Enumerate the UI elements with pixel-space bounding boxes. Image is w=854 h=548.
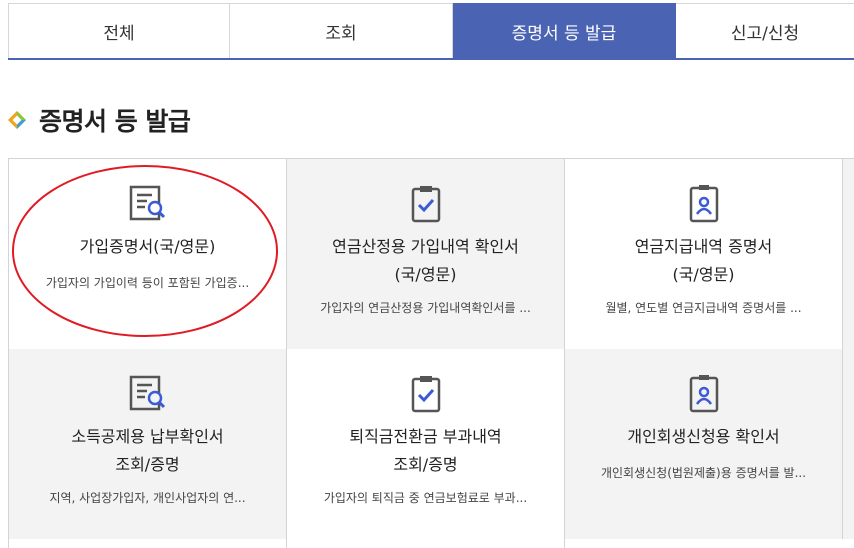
card-pension-calc-confirmation[interactable]: 연금산정용 가입내역 확인서 (국/영문) 가입자의 연금산정용 가입내역확인서를…	[286, 159, 564, 349]
card-partial	[286, 538, 564, 548]
card-title: 개인회생신청용 확인서	[627, 427, 780, 446]
card-partial	[564, 538, 842, 548]
grid-row: 가입증명서(국/영문) 가입자의 가입이력 등이 포함된 가입증... 연금산정…	[8, 159, 854, 349]
tab-certificate-issuance-label: 증명서 등 발급	[511, 23, 617, 44]
card-severance-conversion[interactable]: 퇴직금전환금 부과내역 조회/증명 가입자의 퇴직금 중 연금보험료로 부과...	[286, 349, 564, 539]
card-description: 월별, 연도별 연금지급내역 증명서를 ...	[605, 301, 802, 315]
tab-all-label: 전체	[103, 23, 135, 44]
card-title: 퇴직금전환금 부과내역 조회/증명	[349, 427, 502, 474]
service-grid: 가입증명서(국/영문) 가입자의 가입이력 등이 포함된 가입증... 연금산정…	[8, 158, 854, 539]
id-badge-icon	[684, 374, 724, 414]
card-title: 가입증명서(국/영문)	[79, 237, 216, 256]
card-tax-deduction-payment[interactable]: 소득공제용 납부확인서 조회/증명 지역, 사업장가입자, 개인사업자의 연...	[8, 349, 286, 539]
clipboard-check-icon	[406, 184, 446, 224]
tab-inquiry[interactable]: 조회	[230, 3, 453, 58]
diamond-bullet-icon	[8, 111, 26, 129]
card-description: 가입자의 연금산정용 가입내역확인서를 ...	[320, 301, 531, 315]
card-membership-certificate[interactable]: 가입증명서(국/영문) 가입자의 가입이력 등이 포함된 가입증...	[8, 159, 286, 349]
card-description: 지역, 사업장가입자, 개인사업자의 연...	[49, 491, 246, 505]
tab-all[interactable]: 전체	[8, 3, 230, 58]
card-description: 개인회생신청(법원제출)용 증명서를 발...	[600, 466, 807, 480]
card-description: 가입자의 가입이력 등이 포함된 가입증...	[45, 276, 250, 290]
tab-inquiry-label: 조회	[325, 23, 357, 44]
clipboard-check-icon	[406, 374, 446, 414]
grid-row-partial	[8, 538, 854, 548]
card-title: 연금지급내역 증명서 (국/영문)	[634, 237, 773, 284]
tab-report-application-label: 신고/신청	[730, 23, 800, 44]
card-partial	[8, 538, 286, 548]
card-description: 가입자의 퇴직금 중 연금보험료로 부과...	[323, 491, 528, 505]
card-partial	[842, 349, 854, 539]
tab-bar: 전체 조회 증명서 등 발급 신고/신청	[8, 3, 854, 60]
section-heading: 증명서 등 발급	[8, 102, 191, 138]
document-search-icon	[128, 374, 168, 414]
card-pension-payment-certificate[interactable]: 연금지급내역 증명서 (국/영문) 월별, 연도별 연금지급내역 증명서를 ...	[564, 159, 842, 349]
tab-certificate-issuance[interactable]: 증명서 등 발급	[453, 3, 676, 58]
page-title: 증명서 등 발급	[39, 107, 191, 136]
document-search-icon	[128, 184, 168, 224]
card-title: 소득공제용 납부확인서 조회/증명	[71, 427, 224, 474]
card-partial	[842, 159, 854, 349]
card-personal-rehabilitation[interactable]: 개인회생신청용 확인서 개인회생신청(법원제출)용 증명서를 발...	[564, 349, 842, 539]
id-badge-icon	[684, 184, 724, 224]
card-title: 연금산정용 가입내역 확인서 (국/영문)	[332, 237, 519, 284]
tab-report-application[interactable]: 신고/신청	[676, 3, 854, 58]
grid-row: 소득공제용 납부확인서 조회/증명 지역, 사업장가입자, 개인사업자의 연...…	[8, 349, 854, 539]
